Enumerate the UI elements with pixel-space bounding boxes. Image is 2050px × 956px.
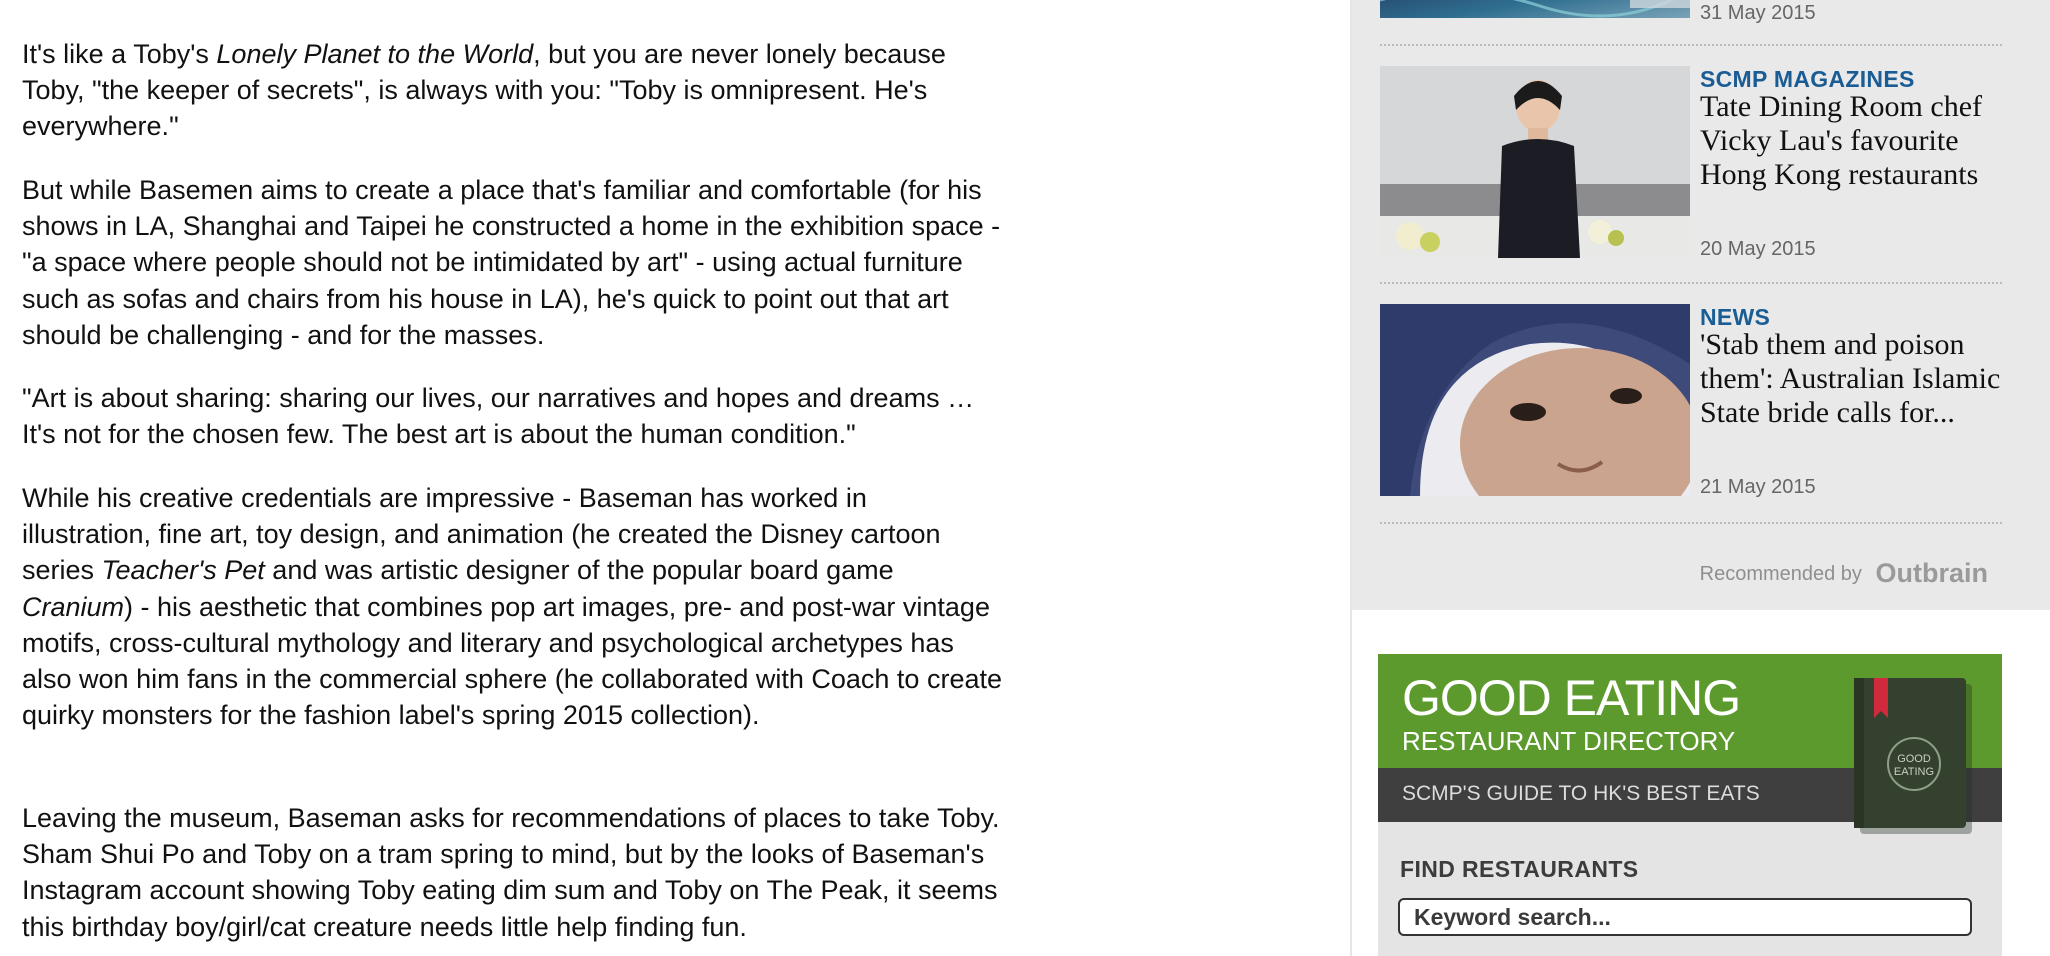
woman-in-hijab-photo[interactable] bbox=[1380, 304, 1690, 496]
divider bbox=[1380, 522, 2002, 524]
article-paragraph: It's like a Toby's Lonely Planet to the … bbox=[22, 36, 1002, 145]
paragraph-text: Leaving the museum, Baseman asks for rec… bbox=[22, 803, 1000, 942]
good-eating-subtitle: RESTAURANT DIRECTORY bbox=[1402, 726, 1736, 756]
divider bbox=[1380, 44, 2002, 46]
article-paragraph: "Art is about sharing: sharing our lives… bbox=[22, 380, 1002, 452]
book-line-1: GOOD bbox=[1897, 753, 1931, 765]
recommended-title[interactable]: Tate Dining Room chef Vicky Lau's favour… bbox=[1700, 90, 2010, 192]
paragraph-text: But while Basemen aims to create a place… bbox=[22, 175, 1001, 350]
keyword-search-input[interactable] bbox=[1398, 898, 1972, 936]
recommended-item[interactable]: NEWS 'Stab them and poison them': Austra… bbox=[1380, 304, 2002, 498]
recommended-date: 31 May 2015 bbox=[1700, 2, 1816, 24]
recommended-item[interactable]: 31 May 2015 bbox=[1380, 0, 2002, 30]
recommended-kicker[interactable]: NEWS bbox=[1700, 304, 1770, 331]
divider bbox=[1380, 282, 2002, 284]
good-eating-title: GOOD EATING bbox=[1402, 670, 1741, 726]
paragraph-text: and was artistic designer of the popular… bbox=[264, 555, 894, 586]
recommended-kicker[interactable]: SCMP MAGAZINES bbox=[1700, 66, 1915, 93]
outbrain-logo[interactable]: Outbrain bbox=[1876, 558, 1989, 588]
good-eating-tagline: SCMP'S GUIDE TO HK'S BEST EATS bbox=[1402, 782, 1760, 805]
recommended-date: 20 May 2015 bbox=[1700, 238, 1816, 260]
good-eating-widget: GOOD EATING RESTAURANT DIRECTORY SCMP'S … bbox=[1378, 654, 2002, 956]
italic-title: Lonely Planet to the World bbox=[216, 39, 534, 69]
guide-book-icon: GOOD EATING bbox=[1854, 678, 1978, 840]
article-paragraph: But while Basemen aims to create a place… bbox=[22, 172, 1002, 353]
article-paragraph: While his creative credentials are impre… bbox=[22, 480, 1002, 733]
paragraph-text: ) - his aesthetic that combines pop art … bbox=[22, 591, 1002, 731]
chef-portrait-photo[interactable] bbox=[1380, 66, 1690, 258]
recommended-by-outbrain[interactable]: Recommended by Outbrain bbox=[1700, 558, 1988, 589]
partial-cover-image[interactable] bbox=[1380, 0, 1690, 18]
recommended-item[interactable]: SCMP MAGAZINES Tate Dining Room chef Vic… bbox=[1380, 66, 2002, 260]
article-paragraph: Leaving the museum, Baseman asks for rec… bbox=[22, 800, 1002, 945]
recommended-by-label: Recommended by bbox=[1699, 563, 1862, 585]
paragraph-text: It's like a Toby's bbox=[22, 39, 217, 69]
book-line-2: EATING bbox=[1894, 766, 1934, 778]
recommended-title[interactable]: 'Stab them and poison them': Australian … bbox=[1700, 328, 2010, 430]
recommended-widget: 31 May 2015 SCMP MAGAZINES Tate Dining R… bbox=[1352, 0, 2050, 610]
recommended-date: 21 May 2015 bbox=[1700, 476, 1816, 498]
paragraph-text: "Art is about sharing: sharing our lives… bbox=[22, 383, 975, 450]
italic-title: Cranium bbox=[22, 591, 125, 622]
italic-title: Teacher's Pet bbox=[101, 555, 265, 586]
find-restaurants-label: FIND RESTAURANTS bbox=[1400, 856, 1639, 882]
